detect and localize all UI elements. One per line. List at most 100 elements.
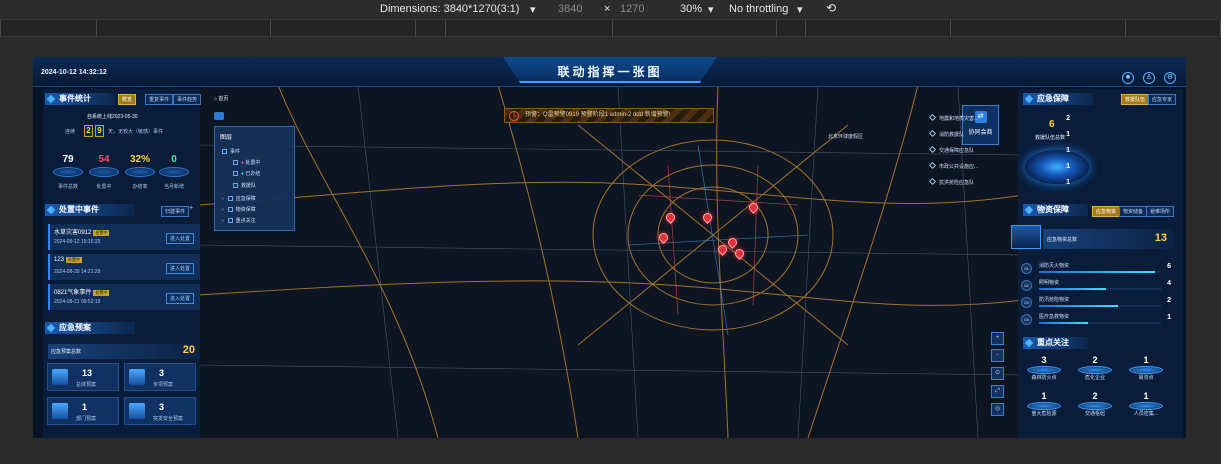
tab-overview[interactable]: 概览	[118, 94, 137, 105]
warning-ticker[interactable]: ! 预警：Q雷预警0919 预警阶段1 admin-2 ddd 新增预警!	[504, 108, 714, 123]
rescue-item-5[interactable]: 抗洪抢险应急队 1	[928, 177, 1070, 192]
focus-item-5[interactable]: 2 交通枢纽	[1074, 391, 1116, 419]
layer-panel-title: 图层	[220, 135, 233, 141]
dimensions-select[interactable]: Dimensions: 3840*1270(3:1)	[380, 3, 519, 15]
user-icon[interactable]: ♙	[1143, 72, 1155, 84]
warning-text: 预警：Q雷预警0919 预警阶段1 admin-2 ddd 新增预警!	[525, 112, 671, 118]
event-item-2[interactable]: 123 处置中 2024-08-30 14:21:28 进入处置	[48, 254, 200, 280]
material-row-4[interactable]: 04 医疗急救物资 1	[1021, 313, 1171, 327]
focus-item-6[interactable]: 1 人员密集...	[1125, 391, 1167, 419]
tab-emergency-experts[interactable]: 应急专家	[1148, 94, 1177, 105]
media-query-ruler	[0, 19, 1221, 37]
layer-item-emergency-support[interactable]: › 应急保障	[222, 195, 256, 202]
rescue-title: 应急保障	[1023, 93, 1093, 105]
materials-total-label: 应急物资总数	[1047, 237, 1078, 243]
layer-item-materials[interactable]: › 物资保障	[222, 206, 256, 213]
throttle-select[interactable]: No throttling	[729, 3, 788, 15]
plan-label: 部门预案	[76, 416, 97, 422]
plan-card-special[interactable]: 3 专项预案	[124, 363, 196, 391]
event-name: 水草灾害0912 处置中	[54, 230, 110, 236]
throttle-chevron-icon[interactable]: ▾	[797, 3, 803, 16]
in-progress-title: 处置中事件	[45, 204, 135, 216]
rescue-item-1[interactable]: 地震和地质灾害... 2	[928, 113, 1070, 128]
height-input[interactable]: 1270	[620, 3, 644, 15]
home-breadcrumb[interactable]: ⌂ 首页	[214, 95, 228, 102]
tab-rescue-teams[interactable]: 救援队伍	[1121, 94, 1150, 105]
layer-item-events[interactable]: 事件	[222, 148, 240, 155]
add-icon[interactable]: +	[189, 205, 193, 212]
focus-item-4[interactable]: 1 重大危险源	[1023, 391, 1065, 419]
materials-title: 物资保障	[1023, 204, 1088, 216]
streak-prefix: 连续	[65, 129, 76, 135]
width-input[interactable]: 3840	[558, 3, 582, 15]
plan-value: 3	[159, 368, 165, 378]
stat-closure-rate-value: 32%	[129, 154, 150, 165]
rescue-item-2[interactable]: 消防救援队 1	[928, 129, 1070, 144]
map-area[interactable]: 北京环球度假区	[198, 85, 1023, 438]
materials-total-row: 应急物资总数 13	[1043, 229, 1173, 249]
event-name: 123 处置中	[54, 257, 83, 263]
zoom-chevron-icon[interactable]: ▾	[708, 3, 714, 16]
layer-item-rescue-team[interactable]: 救援队	[233, 182, 256, 189]
focus-item-1[interactable]: 3 森林防火点	[1023, 355, 1065, 383]
tab-event-trend[interactable]: 事件趋势	[173, 94, 202, 105]
road-network	[198, 85, 1023, 438]
devtools-toolbar: Dimensions: 3840*1270(3:1) ▾ 3840 × 1270…	[0, 0, 1221, 19]
event-name: 0821气象事件 处置中	[54, 290, 110, 296]
layers-icon[interactable]	[214, 112, 224, 120]
rescue-item-3[interactable]: 交通保障应急队 1	[928, 145, 1070, 160]
archived-events-tab[interactable]: 归建事件	[161, 206, 190, 217]
enter-handling-button[interactable]: 进入处置	[165, 263, 194, 274]
department-plan-icon	[52, 403, 68, 419]
layer-item-processing[interactable]: ● 处置中	[233, 159, 260, 166]
zoom-out-button[interactable]: -	[991, 349, 1004, 362]
material-row-1[interactable]: 01 消防灭火物资 6	[1021, 262, 1171, 276]
stat-pod-3	[125, 167, 155, 177]
district-label: 北京环球度假区	[828, 134, 864, 140]
special-plan-icon	[129, 369, 145, 385]
dimensions-chevron-icon[interactable]: ▾	[530, 3, 536, 16]
event-time: 2024-09-12 15:16:25	[54, 239, 101, 245]
dashboard-viewport: 北京环球度假区 2024-10-12 14:32:12 联动指挥一张图 ■ ♙ ⚙ …	[33, 57, 1186, 438]
status-badge: 处置中	[93, 230, 110, 236]
plans-total-value: 20	[182, 344, 195, 356]
event-time: 2024-08-21 09:52:19	[54, 299, 101, 305]
zoom-select[interactable]: 30%	[680, 3, 702, 15]
focus-item-2[interactable]: 2 危化企业	[1074, 355, 1116, 383]
plan-label: 专项预案	[153, 382, 174, 388]
material-row-2[interactable]: 02 照明物资 4	[1021, 279, 1171, 293]
layer-item-focus[interactable]: › 重点关注	[222, 217, 256, 224]
event-item-1[interactable]: 水草灾害0912 处置中 2024-09-12 15:16:25 进入处置	[48, 224, 200, 250]
emergency-plans-title: 应急预案	[45, 322, 135, 334]
rotate-icon[interactable]: ⟲	[826, 1, 836, 15]
focus-item-3[interactable]: 1 易涝点	[1125, 355, 1167, 383]
header-icons: ■ ♙ ⚙	[1113, 66, 1176, 84]
plan-card-overall[interactable]: 13 总体预案	[47, 363, 119, 391]
fullscreen-button[interactable]: ⤢	[991, 385, 1004, 398]
plan-card-department[interactable]: 1 部门预案	[47, 397, 119, 425]
safety-plan-icon	[129, 403, 145, 419]
event-item-3[interactable]: 0821气象事件 处置中 2024-08-21 09:52:19 进入处置	[48, 284, 200, 310]
tab-shelters[interactable]: 避难场所	[1146, 206, 1175, 217]
tab-emergency-materials[interactable]: 应急物资	[1092, 206, 1121, 217]
center-button[interactable]: ◎	[991, 403, 1004, 416]
header-bar: 2024-10-12 14:32:12 联动指挥一张图 ■ ♙ ⚙	[33, 57, 1186, 87]
status-badge: 处置中	[93, 290, 110, 296]
layer-item-closed[interactable]: ● 已办结	[233, 170, 260, 177]
enter-handling-button[interactable]: 进入处置	[165, 233, 194, 244]
streak-digit-1: 2	[84, 125, 93, 137]
enter-handling-button[interactable]: 进入处置	[165, 293, 194, 304]
status-badge: 处置中	[66, 257, 83, 263]
plan-value: 13	[82, 368, 93, 378]
notification-icon[interactable]: ■	[1122, 72, 1134, 84]
tab-material-reserve[interactable]: 物资储备	[1119, 206, 1148, 217]
stat-total-label: 事件总数	[57, 184, 78, 190]
plan-card-safety[interactable]: 3 突发安全预案	[124, 397, 196, 425]
rescue-item-4[interactable]: 市政公共设施应... 1	[928, 161, 1070, 176]
event-time: 2024-08-30 14:21:28	[54, 269, 101, 275]
tab-repeat-events[interactable]: 重复事件	[145, 94, 174, 105]
locate-button[interactable]: ⊙	[991, 367, 1004, 380]
zoom-in-button[interactable]: +	[991, 332, 1004, 345]
material-row-3[interactable]: 03 防汛抢险物资 2	[1021, 296, 1171, 310]
settings-icon[interactable]: ⚙	[1164, 72, 1176, 84]
